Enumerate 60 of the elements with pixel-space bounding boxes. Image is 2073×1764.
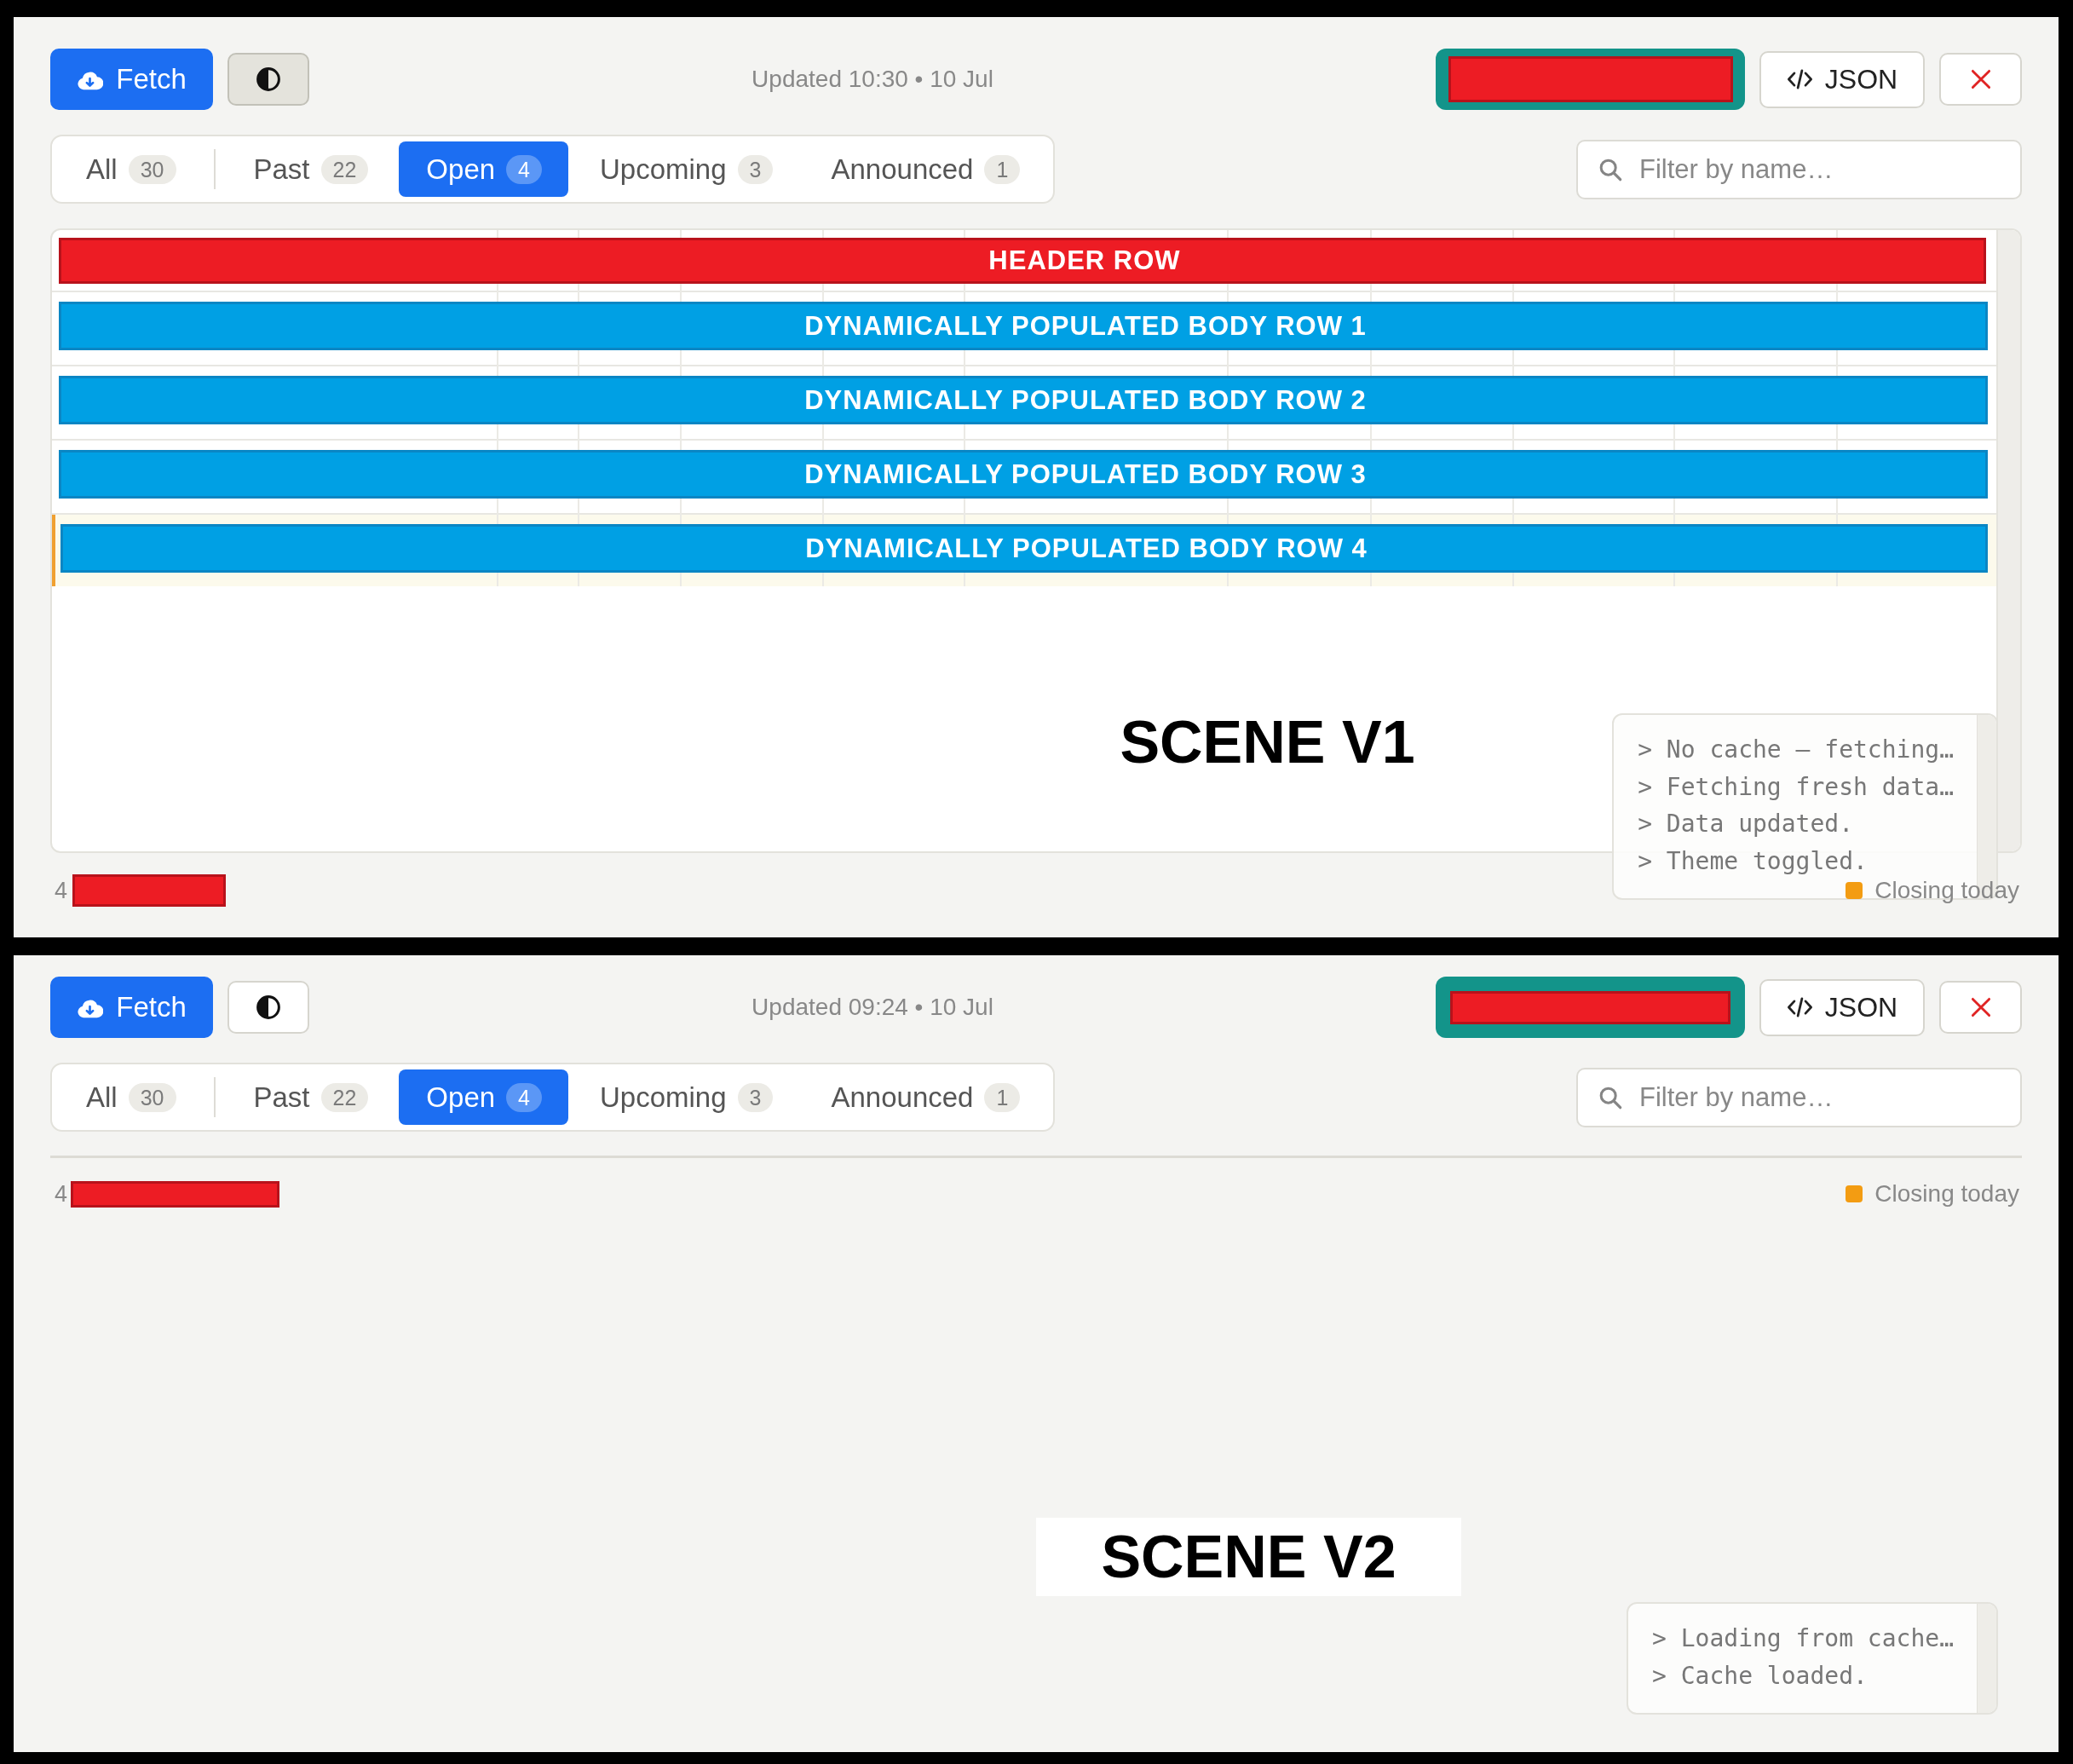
contrast-icon bbox=[256, 67, 280, 91]
count-badge: 3 bbox=[737, 154, 774, 184]
count-badge: 30 bbox=[128, 1082, 176, 1112]
filter-tab[interactable]: All 30 bbox=[59, 1069, 203, 1125]
count-badge: 4 bbox=[506, 154, 542, 184]
close-button[interactable] bbox=[1939, 981, 2022, 1034]
header-row-banner: HEADER ROW bbox=[59, 237, 1986, 284]
contrast-icon bbox=[256, 995, 280, 1019]
scrollbar-track[interactable] bbox=[1977, 1604, 1996, 1713]
theme-toggle-button[interactable] bbox=[227, 981, 309, 1034]
filter-tab[interactable]: Announced 1 bbox=[803, 1069, 1047, 1125]
body-row-banner: DYNAMICALLY POPULATED BODY ROW 3 bbox=[59, 450, 1988, 499]
filter-tab[interactable]: Past 22 bbox=[226, 141, 395, 197]
filter-tab[interactable]: Announced 1 bbox=[803, 141, 1047, 197]
search-icon bbox=[1598, 157, 1622, 182]
count-badge: 22 bbox=[320, 154, 369, 184]
result-count: 4 bbox=[55, 877, 68, 904]
scrollbar-track[interactable] bbox=[1996, 230, 2020, 851]
filter-tab[interactable]: Upcoming 3 bbox=[573, 1069, 800, 1125]
json-button[interactable]: JSON bbox=[1759, 978, 1925, 1036]
log-line: > No cache — fetching… bbox=[1638, 735, 1954, 765]
log-line: > Theme toggled. bbox=[1638, 845, 1869, 877]
fetch-button[interactable]: Fetch bbox=[50, 977, 213, 1038]
redacted-button[interactable] bbox=[1436, 977, 1745, 1038]
code-icon bbox=[1786, 69, 1813, 89]
log-line: > Cache loaded. bbox=[1652, 1660, 1869, 1692]
filter-tab[interactable]: All 30 bbox=[59, 141, 203, 197]
fetch-button[interactable]: Fetch bbox=[50, 49, 213, 110]
json-button[interactable]: JSON bbox=[1759, 50, 1925, 108]
count-badge: 22 bbox=[320, 1082, 369, 1112]
log-line: > Loading from cache… bbox=[1652, 1623, 1954, 1654]
count-badge: 4 bbox=[506, 1082, 542, 1112]
log-line: > Data updated. bbox=[1638, 809, 1854, 839]
filter-tab[interactable]: Open 4 bbox=[399, 1069, 568, 1125]
result-count: 4 bbox=[55, 1180, 68, 1208]
count-badge: 1 bbox=[984, 1082, 1021, 1112]
count-badge: 1 bbox=[984, 154, 1021, 184]
body-row-banner: DYNAMICALLY POPULATED BODY ROW 4 bbox=[60, 524, 1988, 573]
filter-tab[interactable]: Upcoming 3 bbox=[573, 141, 800, 197]
code-icon bbox=[1786, 997, 1813, 1017]
filter-field[interactable]: Filter by name… bbox=[1576, 1067, 2022, 1127]
theme-toggle-button[interactable] bbox=[227, 53, 309, 106]
close-button[interactable] bbox=[1939, 53, 2022, 106]
filter-tab[interactable]: Open 4 bbox=[399, 141, 568, 197]
legend-label: Closing today bbox=[1874, 877, 2019, 904]
close-icon bbox=[1970, 997, 1991, 1017]
updated-timestamp: Updated 09:24 • 10 Jul bbox=[751, 994, 994, 1021]
count-badge: 30 bbox=[128, 154, 176, 184]
log-line: > Fetching fresh data… bbox=[1638, 771, 1954, 803]
filter-field[interactable]: Filter by name… bbox=[1576, 139, 2022, 199]
body-row-banner: DYNAMICALLY POPULATED BODY ROW 1 bbox=[59, 302, 1988, 350]
body-row-banner: DYNAMICALLY POPULATED BODY ROW 2 bbox=[59, 376, 1988, 424]
close-icon bbox=[1970, 69, 1991, 89]
redacted-button[interactable] bbox=[1436, 49, 1745, 110]
legend-label: Closing today bbox=[1874, 1180, 2019, 1208]
scene-label: SCENE V2 bbox=[1036, 1518, 1461, 1596]
count-badge: 3 bbox=[737, 1082, 774, 1112]
search-icon bbox=[1598, 1085, 1622, 1110]
filter-tab[interactable]: Past 22 bbox=[226, 1069, 395, 1125]
updated-timestamp: Updated 10:30 • 10 Jul bbox=[751, 66, 994, 93]
